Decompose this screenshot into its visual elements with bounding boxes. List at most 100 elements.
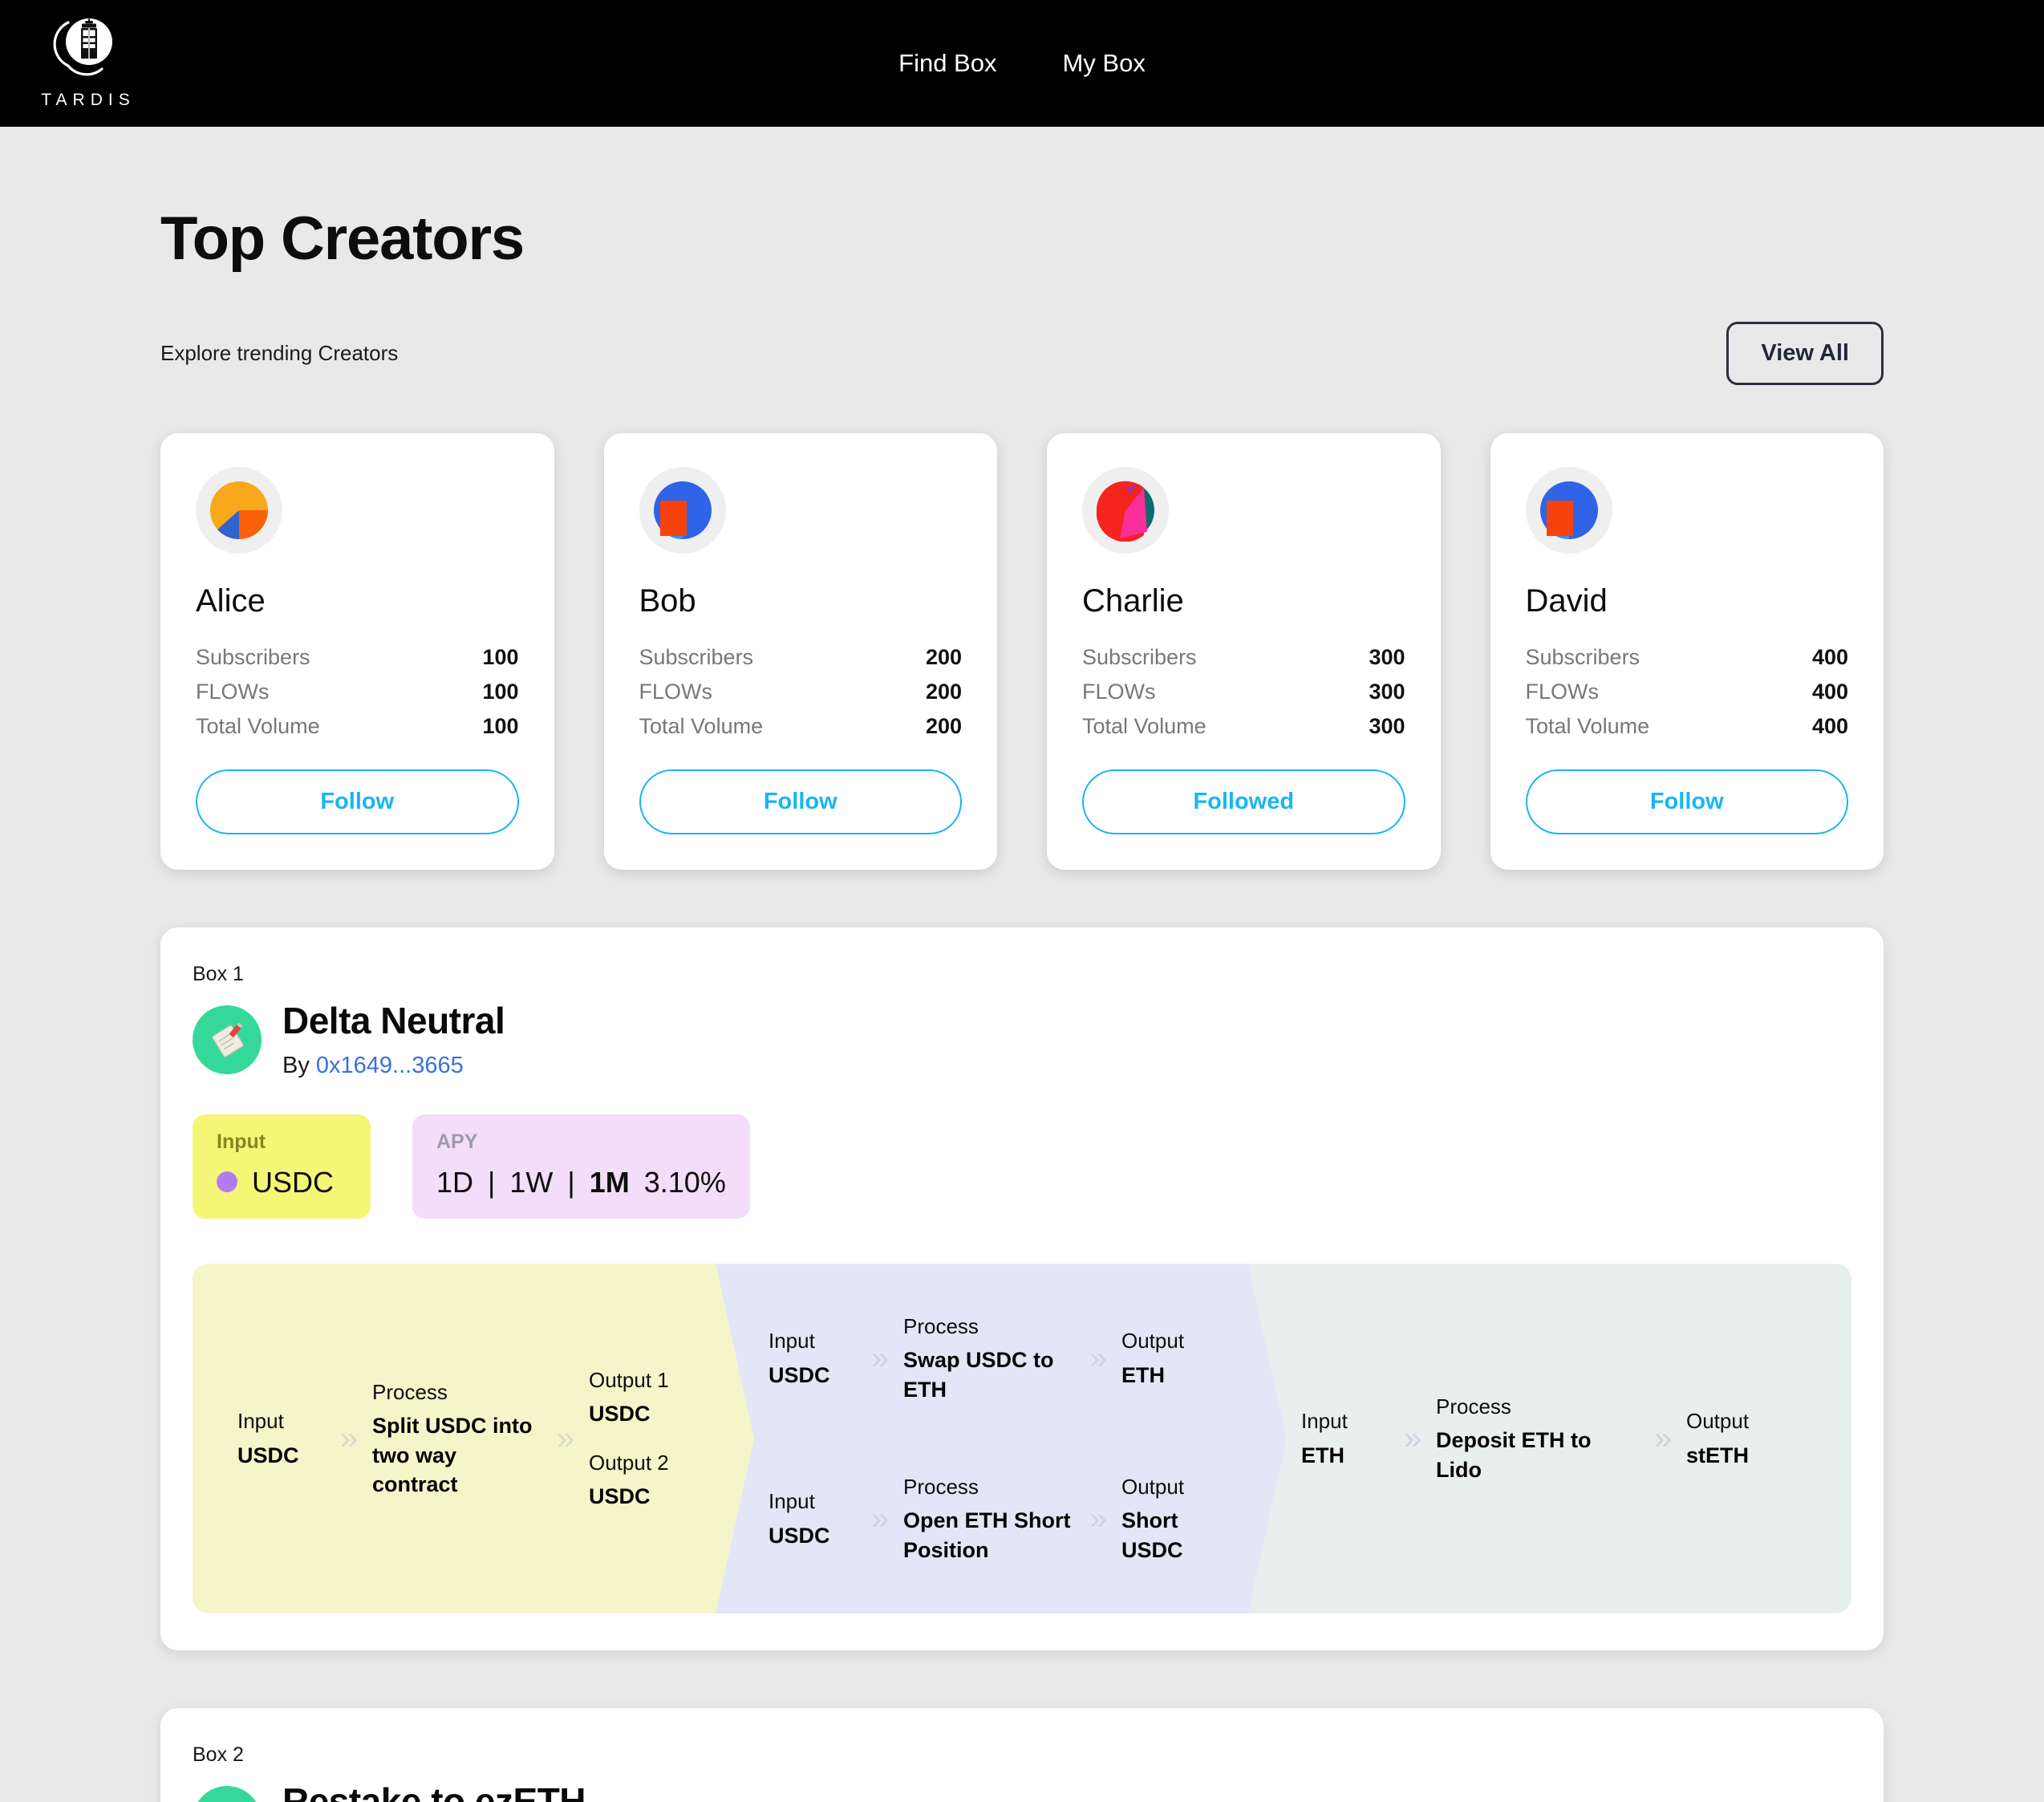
stat-label: Total Volume (1525, 714, 1650, 738)
flow-node-input: Input USDC (237, 1407, 326, 1470)
box-title-block: Restake to ezETH (282, 1781, 586, 1802)
creator-stats: Subscribers 300 FLOWs 300 Total Volume 3… (1082, 640, 1405, 744)
usdc-token-dot-icon (217, 1171, 237, 1193)
avatar (639, 467, 726, 554)
nav-link-find-box[interactable]: Find Box (898, 49, 996, 78)
node-value: Deposit ETH to Lido (1436, 1428, 1592, 1482)
primary-nav: Find Box My Box (898, 49, 1146, 78)
page-subtitle: Explore trending Creators (160, 341, 399, 365)
stat-label: Subscribers (1525, 645, 1640, 669)
flow-node-process: Process Swap USDC to ETH (903, 1313, 1075, 1404)
node-kind: Process (1436, 1394, 1511, 1419)
flow-node-output: Output ETH (1121, 1327, 1242, 1390)
node-kind: Process (372, 1379, 448, 1404)
box-title: Delta Neutral (282, 1000, 505, 1041)
node-value: Swap USDC to ETH (903, 1348, 1054, 1402)
node-value: USDC (769, 1362, 830, 1387)
page-content: Top Creators Explore trending Creators V… (0, 204, 2044, 1802)
flow-node-process: Process Deposit ETH to Lido (1436, 1393, 1640, 1484)
stat-label: Total Volume (639, 714, 764, 738)
stat-value: 100 (482, 714, 519, 738)
node-value: USDC (589, 1401, 651, 1426)
flow-node-output-1: Output 1 USDC (589, 1366, 709, 1429)
creator-stats: Subscribers 200 FLOWs 200 Total Volume 2… (639, 640, 963, 744)
apy-chip-body: 1D | 1W | 1M 3.10% (436, 1165, 726, 1199)
stat-label: FLOWs (1082, 680, 1156, 704)
box-title: Restake to ezETH (282, 1780, 586, 1802)
apy-chip: APY 1D | 1W | 1M 3.10% (412, 1114, 750, 1220)
box-author-link[interactable]: 0x1649...3665 (316, 1053, 464, 1078)
creator-card-david[interactable]: David Subscribers 400 FLOWs 400 Total Vo… (1490, 433, 1884, 870)
stat-value: 100 (482, 680, 519, 704)
nav-link-my-box[interactable]: My Box (1062, 49, 1145, 78)
chevron-right-icon: » (556, 1421, 575, 1457)
box-title-block: Delta Neutral By 0x1649...3665 (282, 1000, 505, 1079)
node-kind: Input (237, 1409, 284, 1434)
flow-diagram: Input USDC » Process Split USDC into two… (193, 1264, 1851, 1614)
stat-row-subscribers: Subscribers 400 (1526, 640, 1849, 675)
flow-node-process: Process Split USDC into two way contract (372, 1378, 542, 1499)
flow-node-input: Input USDC (769, 1327, 857, 1390)
chevron-right-icon: » (1653, 1421, 1673, 1457)
memo-note-icon (193, 1786, 262, 1802)
apy-separator: | (567, 1165, 575, 1199)
input-chip-label: Input (217, 1130, 266, 1153)
apy-period-1d[interactable]: 1D (436, 1166, 473, 1199)
stat-row-flows: FLOWs 300 (1082, 675, 1405, 709)
creator-name: David (1525, 583, 1608, 619)
box-author-line: By 0x1649...3665 (282, 1053, 505, 1079)
node-kind: Output (1686, 1409, 1750, 1434)
stat-row-total-volume: Total Volume 100 (196, 709, 519, 744)
creator-card-alice[interactable]: Alice Subscribers 100 FLOWs 100 Total Vo… (160, 433, 554, 870)
creator-card-charlie[interactable]: Charlie Subscribers 300 FLOWs 300 Total … (1047, 433, 1441, 870)
node-value: Split USDC into two way contract (372, 1414, 533, 1496)
box-label: Box 1 (193, 963, 244, 985)
node-value: Open ETH Short Position (903, 1508, 1071, 1562)
node-value: Short USDC (1121, 1508, 1183, 1562)
flow-stage-1: Input USDC » Process Split USDC into two… (193, 1264, 754, 1613)
page-title: Top Creators (160, 205, 525, 273)
apy-period-1m[interactable]: 1M (590, 1166, 630, 1199)
brand-logo[interactable]: TARDIS (34, 11, 138, 108)
stat-value: 100 (482, 645, 519, 669)
stat-label: Subscribers (196, 645, 310, 669)
flow-lane: Input USDC » Process Swap USDC to ETH » … (769, 1313, 1242, 1404)
avatar (196, 467, 282, 554)
flow-node-input: Input ETH (1301, 1407, 1389, 1470)
node-value: ETH (1301, 1443, 1344, 1467)
avatar (1082, 467, 1169, 554)
chevron-right-icon: » (1089, 1341, 1108, 1377)
flow-lane: Input ETH » Process Deposit ETH to Lido … (1301, 1393, 1807, 1484)
box-header: Restake to ezETH (193, 1781, 1851, 1802)
stat-value: 300 (1369, 645, 1405, 669)
by-prefix: By (282, 1052, 310, 1078)
stat-row-subscribers: Subscribers 200 (639, 640, 963, 675)
stat-label: Total Volume (196, 714, 320, 738)
apy-period-1w[interactable]: 1W (509, 1166, 553, 1199)
follow-button[interactable]: Follow (1525, 769, 1848, 834)
flow-node-output-2: Output 2 USDC (589, 1449, 709, 1512)
node-value: USDC (589, 1484, 651, 1509)
stat-row-total-volume: Total Volume 200 (639, 709, 963, 744)
stat-label: FLOWs (196, 680, 270, 704)
box-card-1[interactable]: Box 1 Delta Neutral By 0x1649...3665 Inp… (160, 927, 1884, 1651)
identicon-pie-orange-icon (208, 479, 270, 542)
view-all-button[interactable]: View All (1726, 322, 1884, 385)
node-kind: Output 1 (589, 1367, 669, 1392)
flow-node-process: Process Open ETH Short Position (903, 1473, 1075, 1565)
subhead-row: Explore trending Creators View All (160, 322, 1884, 385)
followed-button[interactable]: Followed (1082, 769, 1405, 834)
tardis-police-box-icon (49, 11, 123, 85)
stat-value: 200 (925, 714, 962, 738)
box-card-2[interactable]: Box 2 Restake to ezETH (160, 1708, 1884, 1802)
apy-chip-label: APY (436, 1130, 478, 1153)
stat-value: 400 (1811, 714, 1848, 738)
node-kind: Output (1121, 1329, 1185, 1354)
follow-button[interactable]: Follow (196, 769, 519, 834)
creator-card-bob[interactable]: Bob Subscribers 200 FLOWs 200 Total Volu… (603, 433, 997, 870)
follow-button[interactable]: Follow (639, 769, 962, 834)
creator-stats: Subscribers 100 FLOWs 100 Total Volume 1… (196, 640, 519, 744)
identicon-blue-orange-square-icon (1538, 479, 1600, 542)
node-kind: Process (903, 1314, 979, 1339)
input-chip-body: USDC (217, 1166, 347, 1199)
